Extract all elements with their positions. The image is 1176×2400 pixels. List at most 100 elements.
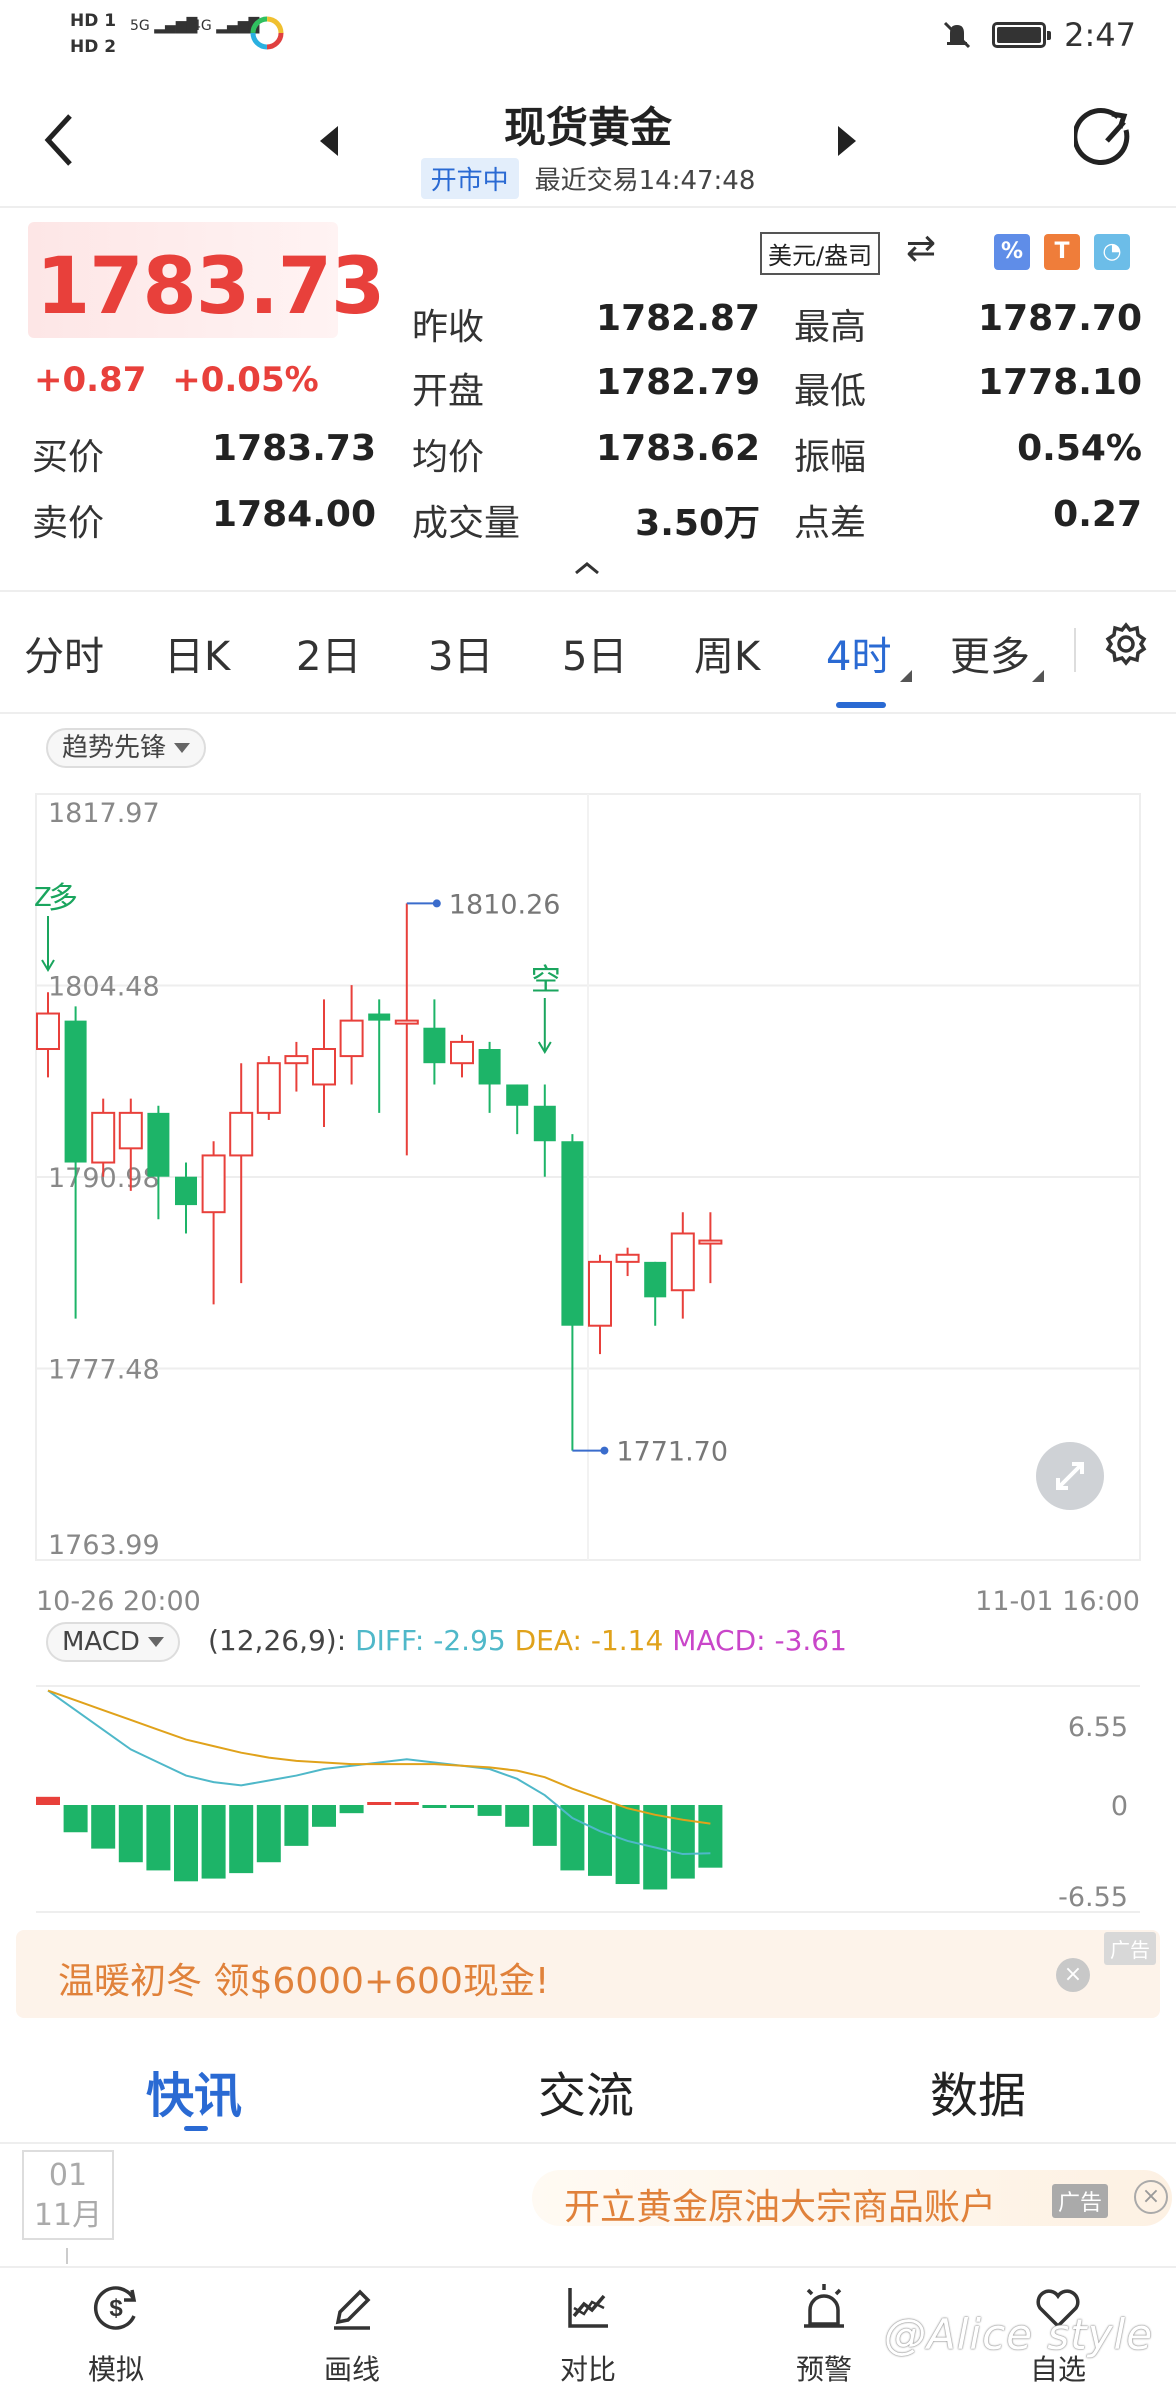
nav-simulate[interactable]: $ 模拟	[56, 2280, 176, 2388]
signal-icon: 5G ▂▄▆█	[130, 18, 198, 34]
pie-icon[interactable]: ◔	[1094, 234, 1130, 270]
stat-label: 振幅	[794, 437, 867, 478]
candle-body	[478, 1049, 501, 1085]
candle-body	[91, 1111, 116, 1164]
timeline-line	[66, 2248, 68, 2264]
tab-3day[interactable]: 3日	[428, 624, 493, 682]
date-day: 01	[48, 2158, 88, 2193]
long-signal-label: 多	[48, 881, 78, 916]
account-ad[interactable]: 开立黄金原油大宗商品账户 广告 ×	[532, 2170, 1172, 2228]
close-icon[interactable]: ×	[1134, 2180, 1168, 2214]
promo-banner[interactable]: 温暖初冬 领$6000+600现金! 广告 ×	[16, 1930, 1160, 2018]
quote-panel: 1783.73 +0.87 +0.05% 美元/盎司 ⇄ % T ◔ 买价 17…	[0, 210, 1176, 590]
unit-selector[interactable]: 美元/盎司	[760, 232, 881, 275]
chart-area[interactable]: 趋势先锋 1817.97 1804.48 1790.98 1777.48 1763.99…	[0, 716, 1176, 1926]
macd-histogram-bar	[118, 1805, 143, 1863]
hd2-label: HD 2	[70, 37, 117, 57]
candle-tool-icon[interactable]: T	[1044, 234, 1080, 270]
macd-indicator-label: MACD	[62, 1627, 140, 1657]
candle-body	[394, 1019, 419, 1025]
low-marker-dot	[600, 1446, 609, 1455]
change-percent: +0.05%	[172, 360, 319, 400]
account-ad-text: 开立黄金原油大宗商品账户	[564, 2187, 997, 2228]
sim1-label: 5G	[130, 18, 150, 34]
hd-icon: HD 1 HD 2	[70, 8, 116, 60]
bid-price: 1783.73	[212, 428, 376, 469]
tab-more[interactable]: 更多	[950, 624, 1030, 682]
promo-text: 温暖初冬 领$6000+600现金!	[58, 1961, 550, 2002]
swap-icon[interactable]: ⇄	[906, 228, 936, 269]
hd1-label: HD 1	[70, 11, 117, 31]
mute-icon	[944, 21, 971, 49]
macd-histogram-bar	[312, 1805, 336, 1827]
share-icon[interactable]	[1074, 108, 1140, 174]
candle-body	[423, 1027, 446, 1064]
tab-weekly-k[interactable]: 周K	[694, 624, 760, 682]
macd-histogram-bar	[201, 1805, 226, 1879]
clock: 2:47	[1064, 16, 1136, 54]
candle-body	[284, 1055, 309, 1065]
candle-body	[506, 1084, 529, 1106]
stat-value: 3.50万	[635, 503, 760, 544]
macd-histogram-bar	[477, 1805, 502, 1816]
tab-4hour-dropdown-icon[interactable]	[900, 670, 912, 682]
candle-body	[450, 1040, 474, 1065]
candle-body	[36, 1012, 60, 1051]
nav-draw-line[interactable]: 画线	[292, 2280, 412, 2388]
tab-more-dropdown-icon[interactable]	[1032, 670, 1044, 682]
candlestick-chart[interactable]: 1817.971804.481790.981777.481763.99 1810…	[0, 716, 1176, 1926]
tool-icons: % T ◔	[994, 234, 1130, 270]
candle-body	[615, 1253, 640, 1263]
last-price: 1783.73	[36, 242, 385, 332]
candle-body	[561, 1141, 584, 1326]
tab-daily-k[interactable]: 日K	[164, 624, 230, 682]
stat-label: 点差	[794, 503, 867, 544]
dropdown-icon	[147, 1637, 164, 1647]
ask-price: 1784.00	[212, 494, 376, 535]
candle-body	[533, 1105, 556, 1142]
fullscreen-button[interactable]	[1036, 1442, 1104, 1510]
gear-icon[interactable]	[1104, 622, 1148, 666]
macd-histogram-bar	[91, 1805, 116, 1849]
x-end-label: 11-01 16:00	[975, 1586, 1140, 1617]
tab-data[interactable]: 数据	[930, 2056, 1026, 2126]
sim2-label: 4G	[192, 18, 212, 34]
close-icon[interactable]: ×	[1056, 1958, 1090, 1992]
stat-label: 最低	[794, 371, 867, 412]
tab-2day[interactable]: 2日	[296, 624, 361, 682]
macd-value: MACD: -3.61	[672, 1624, 847, 1657]
nav-compare[interactable]: 对比	[528, 2280, 648, 2388]
y-tick-label: 1777.48	[48, 1355, 160, 1386]
macd-histogram-bar	[284, 1805, 309, 1846]
short-signal-label: 空	[531, 963, 561, 998]
date-marker: 01 11月	[22, 2150, 114, 2240]
tab-5day[interactable]: 5日	[562, 624, 627, 682]
tab-4hour[interactable]: 4时	[826, 624, 891, 682]
percent-icon[interactable]: %	[994, 234, 1030, 270]
high-marker-dot	[432, 899, 441, 908]
market-status-badge: 开市中	[420, 158, 519, 199]
tab-community[interactable]: 交流	[538, 2056, 634, 2126]
candle-body	[256, 1062, 281, 1114]
tab-flash-news[interactable]: 快讯	[146, 2056, 242, 2126]
macd-histogram-bar	[670, 1805, 695, 1879]
y-tick-label: 1804.48	[48, 972, 160, 1003]
page-title: 现货黄金	[503, 103, 672, 152]
macd-histogram-bar	[588, 1805, 612, 1876]
macd-histogram-bar	[422, 1805, 447, 1808]
collapse-chevron-icon[interactable]	[572, 558, 602, 578]
candle-body	[368, 1013, 391, 1021]
tab-intraday[interactable]: 分时	[24, 624, 104, 682]
ad-tag: 广告	[1104, 1932, 1156, 1965]
next-instrument-icon[interactable]	[838, 126, 856, 156]
macd-y-tick-label: 0	[1111, 1791, 1128, 1822]
nav-alert[interactable]: 预警	[764, 2280, 884, 2388]
status-bar: HD 1 HD 2 5G ▂▄▆█ 4G ▂▄▆█ 2:47	[0, 0, 1176, 78]
macd-histogram-bar	[394, 1802, 419, 1805]
candle-body	[175, 1176, 197, 1206]
nav-label: 预警	[795, 2353, 852, 2386]
macd-histogram-bar	[698, 1805, 723, 1868]
candle-body	[312, 1048, 336, 1086]
stat-label: 昨收	[412, 307, 485, 348]
macd-indicator-selector[interactable]: MACD	[46, 1622, 180, 1662]
